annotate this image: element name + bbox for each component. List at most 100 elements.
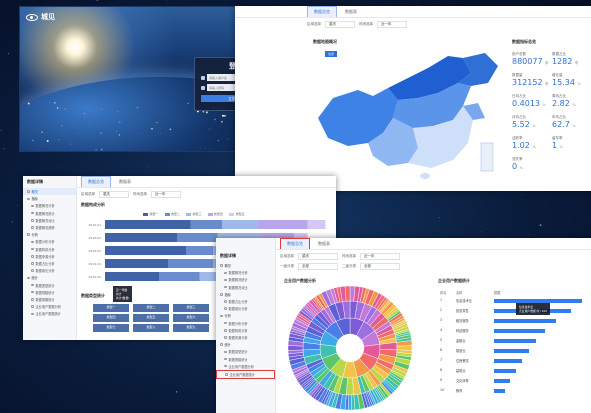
sidebar-item[interactable]: 数据概况对比 bbox=[23, 217, 76, 224]
category1-select[interactable]: 全部 bbox=[298, 263, 338, 270]
region-select[interactable]: 重庆 bbox=[99, 191, 129, 198]
sidebar-item[interactable]: 数据周期统计 bbox=[23, 296, 76, 303]
sidebar-group[interactable]: 统计 bbox=[216, 341, 275, 348]
sidebar-item[interactable]: 企业用户数据分析 bbox=[23, 303, 76, 310]
bars-sidebar-title: 数据详情 bbox=[27, 179, 43, 184]
sidebar-item[interactable]: 数据概况分析 bbox=[23, 202, 76, 209]
ranking-row[interactable]: 3 租赁服务 bbox=[438, 318, 588, 324]
sidebar-item[interactable]: 数据分布分析 bbox=[216, 320, 275, 327]
ranking-row[interactable]: 7 住宿餐饮 bbox=[438, 358, 588, 364]
sidebar-item[interactable]: 数据增长分析 bbox=[216, 305, 275, 312]
ranking-row[interactable]: 9 文化体育 bbox=[438, 378, 588, 384]
tab-overview[interactable]: 数据总览 bbox=[81, 176, 111, 187]
sidebar-item[interactable]: 数据占比分析 bbox=[216, 298, 275, 305]
sidebar-item[interactable]: 企业用户数据分析 bbox=[216, 363, 275, 370]
sidebar-item-label: 数据概况统计 bbox=[35, 211, 55, 216]
tab-table[interactable]: 数据表 bbox=[339, 7, 363, 17]
sidebar-group[interactable]: 统计 bbox=[23, 274, 76, 281]
city-light-dot bbox=[187, 102, 189, 105]
sidebar-item-label: 企业用户数据分析 bbox=[35, 305, 62, 310]
sidebar-item[interactable]: 数据概况对比 bbox=[216, 284, 275, 291]
category-tile[interactable]: 类型六 bbox=[173, 314, 209, 322]
sidebar-item[interactable]: 企业用户数据统计 bbox=[23, 310, 76, 317]
category-tile[interactable]: 类型八 bbox=[133, 324, 169, 332]
sidebar-item-label: 数据占比分析 bbox=[35, 261, 55, 266]
rank-name: 科技服务 bbox=[456, 329, 469, 333]
lock-icon bbox=[201, 85, 205, 90]
sidebar-group[interactable]: 概况 bbox=[216, 262, 275, 269]
time-select[interactable]: 近一年 bbox=[151, 191, 181, 198]
sidebar-group[interactable]: 分析 bbox=[23, 231, 76, 238]
sidebar-item[interactable]: 数据来源分析 bbox=[23, 253, 76, 260]
legend-item[interactable]: 类型四 bbox=[207, 212, 223, 216]
ranking-row[interactable]: 4 科技服务 bbox=[438, 328, 588, 334]
ranking-row[interactable]: 8 建筑业 bbox=[438, 368, 588, 374]
sidebar-item[interactable]: 数据类型统计 bbox=[216, 348, 275, 355]
sidebar-item[interactable]: 数据构成分析 bbox=[216, 327, 275, 334]
sidebar-item[interactable]: 数据概况统计 bbox=[23, 210, 76, 217]
sidebar-group[interactable]: 分析 bbox=[216, 312, 275, 319]
bullet-icon bbox=[27, 276, 30, 280]
category-tile[interactable]: 类型五 bbox=[133, 314, 169, 322]
map-island[interactable] bbox=[420, 173, 430, 179]
bullet-icon bbox=[31, 240, 34, 244]
category-tile[interactable]: 类型四 bbox=[93, 314, 129, 322]
sidebar-item[interactable]: 数据占比分析 bbox=[23, 260, 76, 267]
star-dot bbox=[167, 0, 169, 1]
sidebar-item[interactable]: 数据构成分析 bbox=[23, 246, 76, 253]
tab-table[interactable]: 数据表 bbox=[312, 239, 336, 249]
time-select[interactable]: 近一年 bbox=[360, 253, 400, 260]
sidebar-item[interactable]: 数据概况趋势 bbox=[23, 224, 76, 231]
sidebar-item[interactable]: 数据增长分析 bbox=[23, 267, 76, 274]
category-tile[interactable]: 类型九 bbox=[173, 324, 209, 332]
sidebar-group[interactable]: 指标 bbox=[23, 195, 76, 202]
bullet-icon bbox=[224, 357, 227, 361]
tab-overview[interactable]: 数据总览 bbox=[280, 238, 310, 249]
region-select[interactable]: 重庆 bbox=[298, 253, 338, 260]
china-map[interactable] bbox=[313, 48, 503, 183]
sidebar-item[interactable]: 数据分布分析 bbox=[23, 238, 76, 245]
legend-item[interactable]: 类型一 bbox=[143, 212, 159, 216]
city-light-dot bbox=[89, 125, 90, 127]
category-tile[interactable]: 类型一 bbox=[93, 304, 129, 312]
bar-segment bbox=[186, 246, 213, 255]
sun-sidebar: 数据详情 概况 数据概况分析 数据概况统计 数据概况对比 指标 数据占比分析 数据增长分析分… bbox=[216, 238, 276, 413]
city-light-dot bbox=[222, 114, 224, 117]
bar-segment bbox=[258, 220, 308, 229]
category-tile[interactable]: 类型二 bbox=[133, 304, 169, 312]
sidebar-item[interactable]: 数据来源分析 bbox=[216, 334, 275, 341]
sidebar-item[interactable]: 数据类型统计 bbox=[23, 281, 76, 288]
category-tile[interactable]: 类型七 bbox=[93, 324, 129, 332]
bullet-icon bbox=[31, 204, 34, 208]
ranking-row[interactable]: 10 教育 bbox=[438, 388, 588, 394]
sidebar-group[interactable]: 概况 bbox=[23, 188, 76, 196]
ranking-row[interactable]: 6 制造业 bbox=[438, 348, 588, 354]
bullet-icon bbox=[31, 312, 34, 316]
sidebar-item-label: 数据规模统计 bbox=[35, 290, 55, 295]
legend-item[interactable]: 类型五 bbox=[229, 212, 245, 216]
legend-item[interactable]: 类型三 bbox=[186, 212, 202, 216]
region-select[interactable]: 重庆 bbox=[325, 21, 355, 28]
ranking-row[interactable]: 1 信息技术业 bbox=[438, 298, 588, 304]
time-select[interactable]: 近一年 bbox=[377, 21, 407, 28]
sidebar-item[interactable]: 数据概况分析 bbox=[216, 269, 275, 276]
category2-select[interactable]: 全部 bbox=[360, 263, 400, 270]
city-light-dot bbox=[56, 107, 59, 109]
stat-value: 62.7 % bbox=[552, 120, 576, 129]
legend-swatch bbox=[207, 212, 213, 216]
sidebar-item[interactable]: 数据概况统计 bbox=[216, 276, 275, 283]
sidebar-item[interactable]: 数据规模统计 bbox=[23, 289, 76, 296]
time-label: 时间选择 bbox=[359, 22, 373, 26]
sunburst-chart[interactable] bbox=[286, 284, 414, 412]
sidebar-item[interactable]: 数据规模统计 bbox=[216, 355, 275, 362]
tab-table[interactable]: 数据表 bbox=[113, 177, 137, 187]
tab-overview[interactable]: 数据总览 bbox=[307, 6, 337, 17]
category-tile[interactable]: 类型三 bbox=[173, 304, 209, 312]
sidebar-item[interactable]: 企业用户数据统计 bbox=[216, 369, 275, 379]
sidebar-item-label: 统计 bbox=[224, 343, 231, 348]
ranking-row[interactable]: 2 批发零售 bbox=[438, 308, 588, 314]
ranking-row[interactable]: 5 金融业 bbox=[438, 338, 588, 344]
sidebar-group[interactable]: 指标 bbox=[216, 291, 275, 298]
legend-item[interactable]: 类型二 bbox=[164, 212, 180, 216]
city-light-dot bbox=[214, 118, 216, 121]
